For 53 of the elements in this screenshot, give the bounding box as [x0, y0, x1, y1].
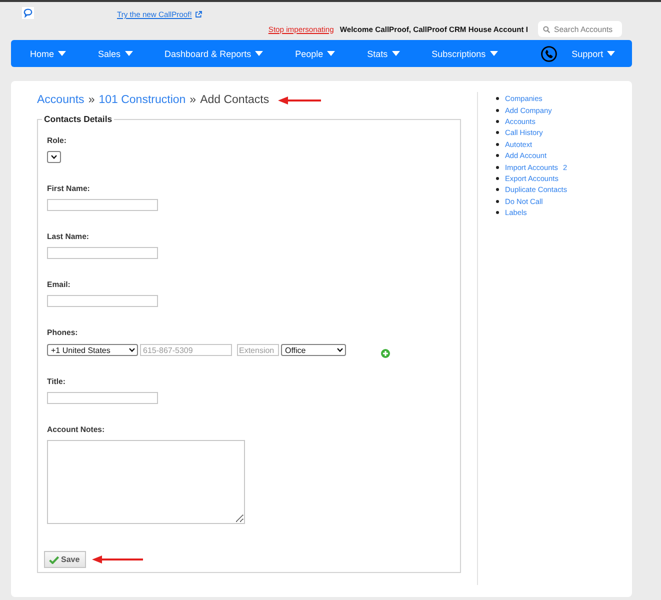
save-button[interactable]: Save — [44, 551, 86, 568]
nav-menu-item[interactable]: Sales — [98, 48, 133, 58]
page-title: Add Contacts — [200, 93, 270, 107]
bullet-icon — [496, 166, 499, 169]
nav-menu-item[interactable]: People — [295, 48, 336, 58]
search-icon — [543, 26, 550, 32]
notes-textarea[interactable] — [47, 440, 245, 524]
phone-icon[interactable] — [540, 46, 557, 62]
bullet-icon — [496, 176, 499, 180]
bullet-icon — [496, 97, 499, 100]
external-link-icon — [194, 11, 202, 18]
check-icon — [49, 556, 59, 564]
nav-menu-item[interactable]: Subscriptions — [432, 48, 498, 58]
phone-number-input[interactable]: 615-867-5309 — [140, 344, 232, 356]
nav-menu-item[interactable]: Dashboard & Reports — [164, 48, 264, 58]
nav-menu-item[interactable]: Support — [572, 48, 616, 58]
role-select[interactable] — [47, 151, 61, 163]
breadcrumb-separator: » — [88, 93, 95, 107]
breadcrumb-link[interactable]: 101 Construction — [98, 93, 186, 107]
chevron-icon — [51, 155, 57, 159]
arrow-icon — [92, 555, 143, 564]
text-input[interactable] — [47, 199, 158, 211]
chevron-icon — [337, 348, 343, 352]
chevron-icon — [129, 348, 135, 352]
bullet-icon — [496, 108, 499, 112]
caret-icon — [58, 51, 66, 56]
country-select[interactable]: +1 United States — [47, 344, 138, 356]
text-input[interactable] — [47, 392, 158, 404]
add-icon[interactable] — [381, 348, 390, 358]
caret-icon — [392, 51, 400, 56]
nav-menu-item[interactable]: Stats — [367, 48, 400, 58]
arrow-icon — [278, 96, 322, 104]
bullet-icon — [496, 142, 499, 146]
caret-icon — [490, 51, 498, 56]
breadcrumb-link[interactable]: Accounts — [37, 93, 84, 107]
caret-icon — [607, 51, 616, 56]
bullet-icon — [496, 154, 499, 158]
extension-input[interactable]: Extension — [237, 344, 279, 356]
caret-icon — [124, 51, 133, 56]
caret-icon — [255, 51, 264, 56]
text-input[interactable] — [47, 295, 158, 307]
bullet-icon — [496, 211, 499, 214]
breadcrumb-separator: » — [190, 93, 196, 107]
group-title: Contacts Details — [43, 114, 114, 124]
bullet-icon — [496, 200, 499, 203]
text-input[interactable] — [47, 247, 158, 259]
bullet-icon — [496, 131, 499, 134]
caret-icon — [327, 51, 336, 56]
bullet-icon — [496, 120, 499, 123]
nav-menu-item[interactable]: Home — [30, 48, 66, 58]
bullet-icon — [496, 188, 499, 192]
phone-type-select[interactable]: Office — [281, 344, 346, 356]
speech-bubble-icon[interactable] — [22, 7, 34, 19]
